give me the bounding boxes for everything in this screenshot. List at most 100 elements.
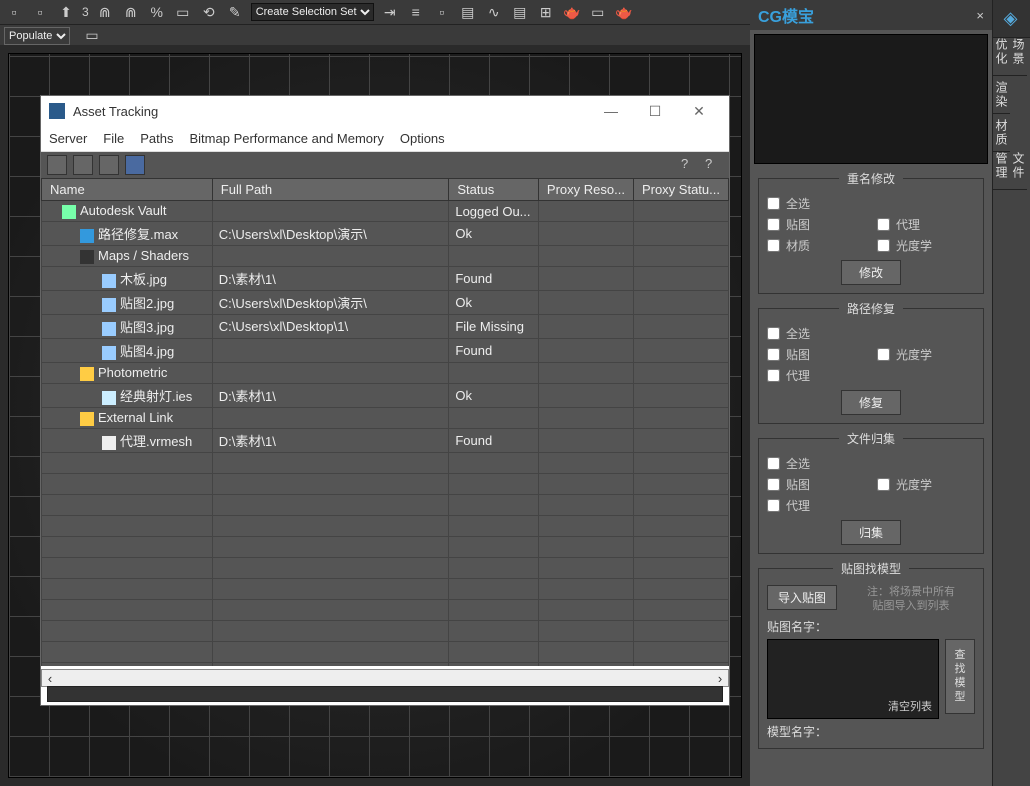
check-all[interactable]: 全选 bbox=[767, 195, 975, 212]
col-name[interactable]: Name bbox=[42, 179, 213, 201]
table-row[interactable] bbox=[42, 516, 729, 537]
render-icon[interactable]: 🫖 bbox=[614, 2, 634, 22]
angle-icon[interactable]: ⋒ bbox=[121, 2, 141, 22]
table-row[interactable] bbox=[42, 558, 729, 579]
tool-icon[interactable]: ▫ bbox=[432, 2, 452, 22]
clear-list-button[interactable]: 清空列表 bbox=[888, 698, 932, 714]
menu-options[interactable]: Options bbox=[400, 131, 445, 146]
table-row[interactable]: External Link bbox=[42, 408, 729, 429]
panel-close-button[interactable]: × bbox=[976, 8, 984, 23]
table-row[interactable]: 贴图3.jpgC:\Users\xl\Desktop\1\File Missin… bbox=[42, 315, 729, 339]
side-tab-file[interactable]: 文件管理 bbox=[993, 152, 1027, 190]
table-row[interactable]: 路径修复.maxC:\Users\xl\Desktop\演示\Ok bbox=[42, 222, 729, 246]
populate-icon[interactable]: ▭ bbox=[82, 26, 102, 46]
side-tab-render[interactable]: 渲染 bbox=[993, 76, 1010, 114]
menu-file[interactable]: File bbox=[103, 131, 124, 146]
table-row[interactable] bbox=[42, 600, 729, 621]
list-icon[interactable] bbox=[73, 155, 93, 175]
col-path[interactable]: Full Path bbox=[212, 179, 449, 201]
check-map[interactable]: 贴图 bbox=[767, 476, 865, 493]
render-frame-icon[interactable]: ▭ bbox=[588, 2, 608, 22]
check-photometric[interactable]: 光度学 bbox=[877, 346, 975, 363]
material-editor-icon[interactable]: ⊞ bbox=[536, 2, 556, 22]
tool-icon[interactable]: ⟲ bbox=[199, 2, 219, 22]
table-row[interactable]: 木板.jpgD:\素材\1\Found bbox=[42, 267, 729, 291]
side-tab-logo[interactable]: ◈ bbox=[993, 0, 1030, 38]
table-row[interactable]: Autodesk VaultLogged Ou... bbox=[42, 201, 729, 222]
mapmodel-note: 贴图导入到列表 bbox=[847, 599, 975, 613]
table-row[interactable] bbox=[42, 663, 729, 667]
table-row[interactable] bbox=[42, 495, 729, 516]
scroll-left-icon[interactable]: ‹ bbox=[42, 671, 58, 686]
asset-table[interactable]: Name Full Path Status Proxy Reso... Prox… bbox=[41, 178, 729, 666]
table-row[interactable] bbox=[42, 537, 729, 558]
selection-set-dropdown[interactable]: Create Selection Set bbox=[251, 3, 374, 21]
table-row[interactable] bbox=[42, 579, 729, 600]
menu-server[interactable]: Server bbox=[49, 131, 87, 146]
close-button[interactable]: ✕ bbox=[677, 97, 721, 125]
help-icon[interactable]: ? bbox=[705, 156, 723, 174]
horizontal-scrollbar[interactable]: ‹ › bbox=[41, 669, 729, 687]
layers-icon[interactable]: ▤ bbox=[458, 2, 478, 22]
tree-icon[interactable] bbox=[99, 155, 119, 175]
check-map[interactable]: 贴图 bbox=[767, 216, 865, 233]
asset-tracking-window: Asset Tracking — ☐ ✕ Server File Paths B… bbox=[40, 95, 730, 706]
table-row[interactable] bbox=[42, 453, 729, 474]
table-row[interactable]: Maps / Shaders bbox=[42, 246, 729, 267]
snap-icon[interactable]: ⋒ bbox=[95, 2, 115, 22]
tool-icon[interactable]: ▭ bbox=[173, 2, 193, 22]
map-list[interactable]: 清空列表 bbox=[767, 639, 939, 719]
table-row[interactable]: 贴图4.jpgFound bbox=[42, 339, 729, 363]
table-row[interactable] bbox=[42, 621, 729, 642]
side-tab-material[interactable]: 材质 bbox=[993, 114, 1010, 152]
align-icon[interactable]: ≡ bbox=[406, 2, 426, 22]
table-row[interactable]: 代理.vrmeshD:\素材\1\Found bbox=[42, 429, 729, 453]
pathfix-legend: 路径修复 bbox=[839, 300, 903, 317]
col-status[interactable]: Status bbox=[449, 179, 539, 201]
find-model-button[interactable]: 查找模型 bbox=[945, 639, 975, 714]
menu-bitmap[interactable]: Bitmap Performance and Memory bbox=[190, 131, 384, 146]
populate-dropdown[interactable]: Populate bbox=[4, 27, 70, 45]
import-map-button[interactable]: 导入贴图 bbox=[767, 585, 837, 610]
render-setup-icon[interactable]: 🫖 bbox=[562, 2, 582, 22]
check-proxy[interactable]: 代理 bbox=[767, 367, 865, 384]
panel-header[interactable]: CG模宝 × bbox=[750, 0, 992, 30]
schematic-icon[interactable]: ▤ bbox=[510, 2, 530, 22]
col-proxy-res[interactable]: Proxy Reso... bbox=[538, 179, 633, 201]
rename-button[interactable]: 修改 bbox=[841, 260, 901, 285]
check-proxy[interactable]: 代理 bbox=[767, 497, 865, 514]
tool-icon[interactable]: ▫ bbox=[30, 2, 50, 22]
percent-icon[interactable]: % bbox=[147, 2, 167, 22]
table-row[interactable] bbox=[42, 642, 729, 663]
tool-icon[interactable]: ⬆ bbox=[56, 2, 76, 22]
pathfix-button[interactable]: 修复 bbox=[841, 390, 901, 415]
collect-button[interactable]: 归集 bbox=[841, 520, 901, 545]
help-icon[interactable]: ? bbox=[681, 156, 699, 174]
check-map[interactable]: 贴图 bbox=[767, 346, 865, 363]
side-tab-scene[interactable]: 场景优化 bbox=[993, 38, 1027, 76]
check-photometric[interactable]: 光度学 bbox=[877, 237, 975, 254]
check-material[interactable]: 材质 bbox=[767, 237, 865, 254]
table-row[interactable]: 经典射灯.iesD:\素材\1\Ok bbox=[42, 384, 729, 408]
table-row[interactable]: 贴图2.jpgC:\Users\xl\Desktop\演示\Ok bbox=[42, 291, 729, 315]
scroll-right-icon[interactable]: › bbox=[712, 671, 728, 686]
check-photometric[interactable]: 光度学 bbox=[877, 476, 975, 493]
table-row[interactable]: Photometric bbox=[42, 363, 729, 384]
maximize-button[interactable]: ☐ bbox=[633, 97, 677, 125]
tool-icon[interactable]: ▫ bbox=[4, 2, 24, 22]
tool-icon[interactable]: ✎ bbox=[225, 2, 245, 22]
check-all[interactable]: 全选 bbox=[767, 455, 975, 472]
table-row[interactable] bbox=[42, 474, 729, 495]
mirror-icon[interactable]: ⇥ bbox=[380, 2, 400, 22]
refresh-icon[interactable] bbox=[47, 155, 67, 175]
check-proxy[interactable]: 代理 bbox=[877, 216, 975, 233]
window-title: Asset Tracking bbox=[73, 104, 589, 119]
minimize-button[interactable]: — bbox=[589, 97, 633, 125]
check-all[interactable]: 全选 bbox=[767, 325, 975, 342]
curve-editor-icon[interactable]: ∿ bbox=[484, 2, 504, 22]
highlight-icon[interactable] bbox=[125, 155, 145, 175]
window-titlebar[interactable]: Asset Tracking — ☐ ✕ bbox=[41, 96, 729, 126]
menu-paths[interactable]: Paths bbox=[140, 131, 173, 146]
col-proxy-status[interactable]: Proxy Statu... bbox=[633, 179, 728, 201]
mapmodel-note: 注：将场景中所有 bbox=[847, 585, 975, 599]
